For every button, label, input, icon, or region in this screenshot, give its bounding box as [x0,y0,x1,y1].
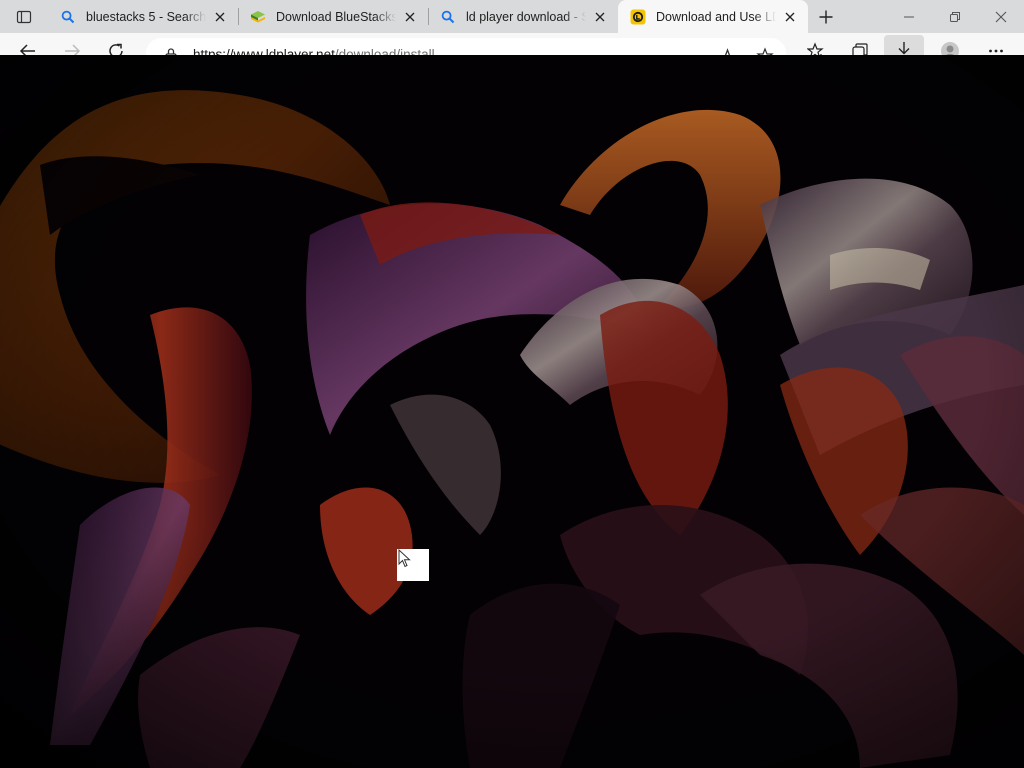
refresh-icon [109,43,123,55]
profile-button[interactable] [939,40,961,55]
ldplayer-icon [630,9,646,25]
forward-button[interactable] [61,40,83,55]
minimize-button[interactable] [886,0,932,33]
close-tab-icon[interactable] [212,9,228,25]
close-tab-icon[interactable] [402,9,418,25]
page-content[interactable] [0,55,1024,768]
cursor-overlay [397,549,429,581]
search-icon [60,9,76,25]
url-host: https://www.ldplayer.net [193,47,335,55]
tab-actions-icon [16,10,32,23]
tab-title: ld player download - S [466,9,586,24]
plus-icon [819,10,833,23]
tab-download-bluestacks[interactable]: Download BlueStacks - [238,0,428,33]
url-path: /download/install [334,47,435,55]
address-bar[interactable]: https://www.ldplayer.net/download/instal… [146,38,786,55]
tab-title: Download BlueStacks - [276,9,396,24]
back-arrow-icon [19,44,35,55]
new-tab-button[interactable] [808,0,844,33]
search-icon [440,9,456,25]
tab-strip: bluestacks 5 - Search Download BlueStack… [0,0,1024,33]
read-aloud-icon[interactable] [718,45,740,55]
profile-avatar-icon [941,42,959,55]
minimize-icon [904,16,914,17]
close-window-button[interactable] [978,0,1024,33]
tab-ldplayer-download[interactable]: Download and Use LDP [618,0,808,33]
tab-bluestacks-search[interactable]: bluestacks 5 - Search [48,0,238,33]
add-favorite-icon[interactable] [754,45,776,55]
collections-button[interactable] [849,40,871,55]
abstract-ribbon-wallpaper [0,55,1024,768]
more-dots-icon [989,49,1003,53]
tab-title: bluestacks 5 - Search [86,9,206,24]
restore-icon [950,11,960,22]
settings-more-button[interactable] [985,40,1007,55]
close-tab-icon[interactable] [782,9,798,25]
bluestacks-icon [250,9,266,25]
lock-icon[interactable] [160,44,182,55]
tab-ldplayer-search[interactable]: ld player download - S [428,0,618,33]
forward-arrow-icon [65,44,81,55]
browser-toolbar: https://www.ldplayer.net/download/instal… [0,33,1024,55]
mouse-cursor-icon [398,549,411,568]
downloads-button[interactable] [884,35,924,55]
restore-button[interactable] [932,0,978,33]
close-icon [995,11,1007,22]
collections-icon [852,43,868,55]
favorites-button[interactable] [805,40,827,55]
download-icon [898,42,910,55]
url-text[interactable]: https://www.ldplayer.net/download/instal… [193,47,435,55]
favorites-icon [807,42,824,55]
back-button[interactable] [17,40,39,55]
tab-title: Download and Use LDP [656,9,776,24]
tab-actions-button[interactable] [0,0,48,33]
refresh-button[interactable] [105,40,127,55]
close-tab-icon[interactable] [592,9,608,25]
